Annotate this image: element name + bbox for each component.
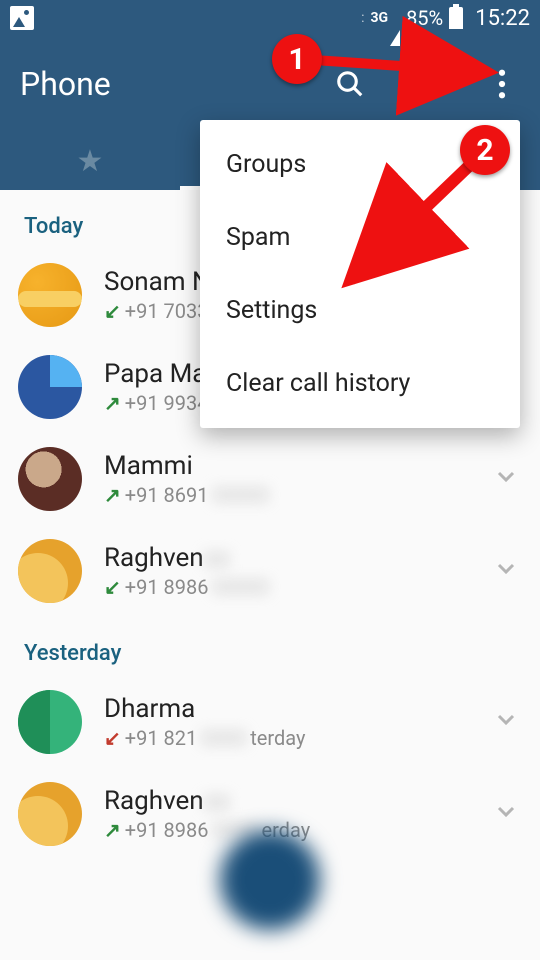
redacted: 00000 xyxy=(213,575,269,599)
dialer-fab[interactable] xyxy=(220,830,320,930)
avatar xyxy=(18,355,82,419)
annotation-arrow-1 xyxy=(314,50,514,94)
chevron-down-icon xyxy=(494,707,518,731)
call-number: +91 8691 xyxy=(125,483,209,507)
annotation-callout-1: 1 xyxy=(272,34,322,84)
incoming-arrow-icon: ↙ xyxy=(104,299,121,323)
redacted: 00000 xyxy=(213,483,269,507)
avatar xyxy=(18,447,82,511)
chevron-down-icon xyxy=(494,556,518,580)
outgoing-arrow-icon: ↗ xyxy=(104,391,121,415)
call-number: +91 8986 xyxy=(125,575,209,599)
annotation-arrow-2 xyxy=(335,160,495,304)
notification-image-icon xyxy=(10,6,34,30)
chevron-down-icon xyxy=(494,799,518,823)
incoming-arrow-icon: ↙ xyxy=(104,575,121,599)
expand-button[interactable] xyxy=(490,556,522,587)
expand-button[interactable] xyxy=(490,799,522,830)
redacted: xx xyxy=(204,786,230,816)
call-number: +91 821 xyxy=(125,726,198,750)
call-name: Mammi xyxy=(104,451,490,481)
outgoing-arrow-icon: ↗ xyxy=(104,818,121,842)
redacted: 0000 xyxy=(201,726,246,750)
call-time-suffix: terday xyxy=(250,726,305,750)
annotation-callout-2: 2 xyxy=(460,125,510,175)
avatar xyxy=(18,263,82,327)
battery-percent: 85% xyxy=(406,6,443,30)
missed-arrow-icon: ↙ xyxy=(104,726,121,750)
call-row[interactable]: Mammi ↗ +91 8691 00000 xyxy=(0,433,540,525)
menu-item-clear-history[interactable]: Clear call history xyxy=(200,347,520,420)
tab-favorites[interactable]: ★ xyxy=(0,132,180,190)
call-name: Raghven xyxy=(104,543,204,573)
outgoing-arrow-icon: ↗ xyxy=(104,483,121,507)
clock: 15:22 xyxy=(475,6,530,31)
section-label-yesterday: Yesterday xyxy=(0,617,540,676)
avatar xyxy=(18,539,82,603)
expand-button[interactable] xyxy=(490,464,522,495)
network-type: 3G xyxy=(370,10,388,26)
redacted: xx xyxy=(204,543,230,573)
avatar xyxy=(18,690,82,754)
chevron-down-icon xyxy=(494,464,518,488)
call-row[interactable]: Dharma ↙ +91 821 0000 terday xyxy=(0,676,540,768)
call-row[interactable]: Raghvenxx ↙ +91 8986 00000 xyxy=(0,525,540,617)
call-name: Raghven xyxy=(104,786,204,816)
call-number: +91 9934 xyxy=(125,391,209,415)
battery-icon xyxy=(449,7,463,29)
app-title: Phone xyxy=(20,65,111,103)
call-name: Dharma xyxy=(104,694,490,724)
status-bar: : 3G 85% 15:22 xyxy=(0,0,540,36)
expand-button[interactable] xyxy=(490,707,522,738)
signal-icon xyxy=(390,6,400,30)
call-number: +91 8986 xyxy=(125,818,209,842)
avatar xyxy=(18,782,82,846)
star-icon: ★ xyxy=(77,144,104,179)
